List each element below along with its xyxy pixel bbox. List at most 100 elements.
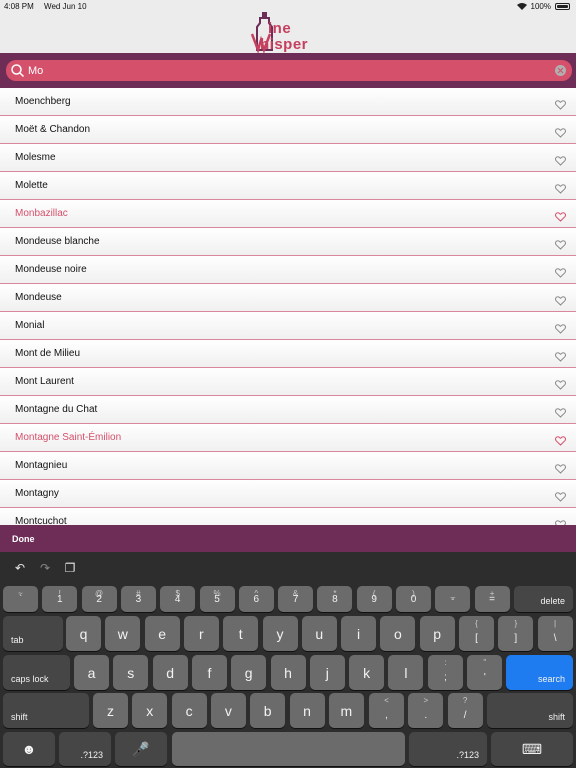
heart-icon[interactable] [555,433,566,446]
emoji-key[interactable]: ☻ [3,732,55,766]
key-h[interactable]: h [270,655,306,690]
wine-row[interactable]: Moët & Chandon [0,116,576,144]
key-symbol-z-2[interactable]: ? / [447,693,483,728]
key-7[interactable]: & 7 [278,586,314,612]
heart-icon[interactable] [555,125,566,138]
key-0[interactable]: ~ ` [3,586,38,612]
key-12[interactable]: + = [474,586,510,612]
heart-icon[interactable] [555,293,566,306]
search-key[interactable]: search [506,655,573,690]
key-x[interactable]: x [132,693,168,728]
key-p[interactable]: p [419,616,455,651]
space-key[interactable] [172,732,405,766]
redo-icon[interactable]: ↷ [38,561,52,575]
key-n[interactable]: n [289,693,325,728]
key-f[interactable]: f [191,655,227,690]
right-shift-key[interactable]: shift [487,693,573,728]
wine-row[interactable]: Montagnieu [0,452,576,480]
tab-key[interactable]: tab [3,616,63,651]
key-b[interactable]: b [250,693,286,728]
key-1[interactable]: ! 1 [42,586,78,612]
key-e[interactable]: e [144,616,180,651]
wine-row[interactable]: Moenchberg [0,88,576,116]
key-symbol-2[interactable]: | \ [537,616,573,651]
key-5[interactable]: % 5 [199,586,235,612]
hide-keyboard-key[interactable]: ⌨ [491,732,573,766]
heart-icon[interactable] [555,209,566,222]
search-field[interactable] [6,60,572,81]
key-11[interactable]: _ - [435,586,471,612]
key-z[interactable]: z [93,693,128,728]
key-l[interactable]: l [388,655,424,690]
key-o[interactable]: o [380,616,416,651]
key-m[interactable]: m [328,693,364,728]
numbers-key-left[interactable]: .?123 [59,732,111,766]
heart-icon[interactable] [555,489,566,502]
heart-icon[interactable] [555,181,566,194]
wine-row[interactable]: Monial [0,312,576,340]
wine-row[interactable]: Mont Laurent [0,368,576,396]
dictation-key[interactable]: 🎤 [115,732,167,766]
heart-icon[interactable] [555,377,566,390]
key-10[interactable]: ) 0 [396,586,431,612]
key-c[interactable]: c [171,693,207,728]
key-symbol-z-0[interactable]: <, [369,693,404,728]
heart-icon[interactable] [555,97,566,110]
wine-row[interactable]: Molesme [0,144,576,172]
key-r[interactable]: r [183,616,219,651]
wine-row[interactable]: Mont de Milieu [0,340,576,368]
key-9[interactable]: (9 [356,586,392,612]
key-3[interactable]: #3 [120,586,156,612]
key-symbol-a-0[interactable]: :; [428,655,463,690]
wine-row[interactable]: Mondeuse blanche [0,228,576,256]
wine-row[interactable]: Montagny [0,480,576,508]
left-shift-key[interactable]: shift [3,693,89,728]
key-j[interactable]: j [309,655,345,690]
key-t[interactable]: t [223,616,259,651]
key-8[interactable]: * 8 [317,586,353,612]
key-4[interactable]: $4 [160,586,196,612]
key-s[interactable]: s [113,655,149,690]
search-input[interactable] [28,62,548,79]
clear-search-icon[interactable] [555,65,566,76]
key-y[interactable]: y [262,616,298,651]
wine-row[interactable]: Montcuchot [0,508,576,525]
heart-icon[interactable] [555,517,566,525]
key-w[interactable]: w [105,616,141,651]
key-symbol-0[interactable]: {[ [459,616,494,651]
heart-icon[interactable] [555,265,566,278]
heart-icon[interactable] [555,405,566,418]
key-i[interactable]: i [341,616,377,651]
done-button[interactable]: Done [12,534,35,544]
wine-row[interactable]: Montagne Saint-Émilion [0,424,576,452]
heart-icon[interactable] [555,321,566,334]
heart-icon[interactable] [555,237,566,250]
key-k[interactable]: k [349,655,385,690]
key-q[interactable]: q [66,616,101,651]
key-u[interactable]: u [301,616,337,651]
heart-icon[interactable] [555,461,566,474]
key-g[interactable]: g [231,655,267,690]
wine-row[interactable]: Montagne du Chat [0,396,576,424]
caps-lock-key[interactable]: caps lock [3,655,70,690]
wine-row[interactable]: Molette [0,172,576,200]
key-v[interactable]: v [210,693,246,728]
key-2[interactable]: @2 [81,586,117,612]
heart-icon[interactable] [555,153,566,166]
wine-row[interactable]: Monbazillac [0,200,576,228]
wine-list[interactable]: Moenchberg Moët & Chandon Molesme Molette Mo… [0,88,576,525]
heart-icon[interactable] [555,349,566,362]
numbers-key-right[interactable]: .?123 [409,732,487,766]
key-symbol-z-1[interactable]: >. [408,693,444,728]
key-6[interactable]: ^ 6 [238,586,274,612]
undo-icon[interactable]: ↶ [13,561,27,575]
wine-row[interactable]: Mondeuse noire [0,256,576,284]
paste-icon[interactable]: ❐ [63,561,77,575]
wine-row[interactable]: Mondeuse [0,284,576,312]
delete-key[interactable]: delete [514,586,573,612]
key-symbol-1[interactable]: }] [498,616,534,651]
key-glyph: = [489,594,496,605]
key-symbol-a-1[interactable]: " ' [467,655,503,690]
key-d[interactable]: d [152,655,188,690]
key-a[interactable]: a [74,655,109,690]
